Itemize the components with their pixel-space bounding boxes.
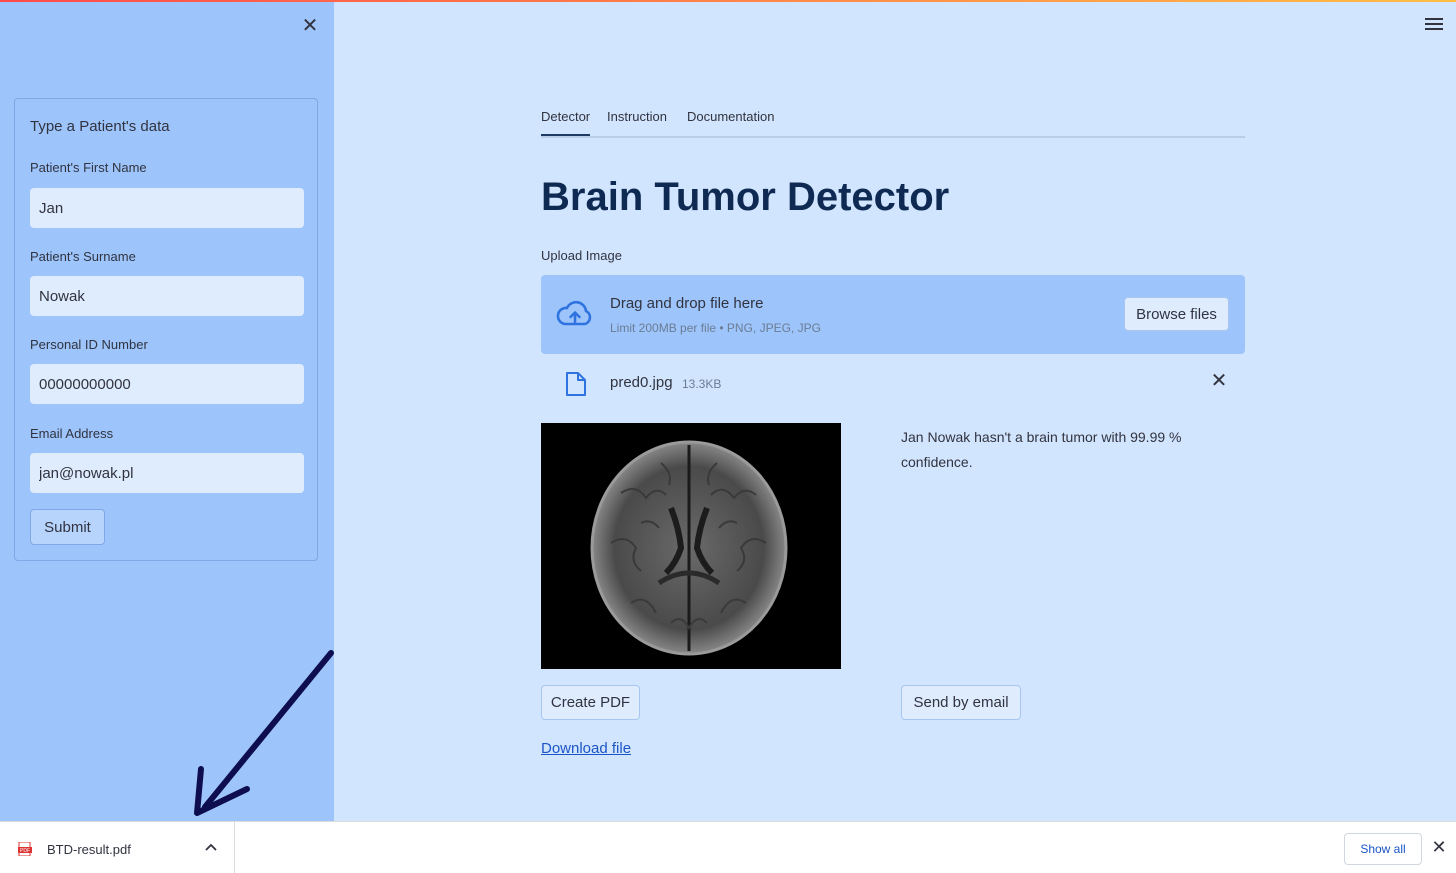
pdf-icon: PDF <box>18 842 32 856</box>
tab-bar: Detector Instruction Documentation <box>541 100 1245 138</box>
personal-id-field[interactable] <box>30 364 304 404</box>
show-all-downloads-button[interactable]: Show all <box>1344 833 1422 865</box>
surname-field[interactable] <box>30 276 304 316</box>
upload-label: Upload Image <box>541 248 622 263</box>
hamburger-menu-icon[interactable] <box>1425 18 1443 32</box>
personal-id-label: Personal ID Number <box>30 337 148 352</box>
browse-files-button[interactable]: Browse files <box>1124 297 1229 331</box>
annotation-arrow <box>194 650 334 816</box>
chevron-up-icon[interactable] <box>204 842 218 852</box>
page-title: Brain Tumor Detector <box>541 175 950 219</box>
close-icon[interactable]: ✕ <box>300 16 320 36</box>
tab-instruction[interactable]: Instruction <box>607 109 667 134</box>
cloud-upload-icon <box>556 300 592 326</box>
uploaded-file-row: pred0.jpg 13.3KB ✕ <box>541 365 1245 401</box>
surname-label: Patient's Surname <box>30 249 136 264</box>
dropzone-text: Drag and drop file here <box>610 295 764 312</box>
download-item[interactable]: PDF BTD-result.pdf <box>0 822 235 873</box>
patient-form: Type a Patient's data Patient's First Na… <box>14 98 318 561</box>
create-pdf-button[interactable]: Create PDF <box>541 685 640 720</box>
tab-detector[interactable]: Detector <box>541 109 591 136</box>
dropzone-limits: Limit 200MB per file • PNG, JPEG, JPG <box>610 321 821 335</box>
file-dropzone[interactable]: Drag and drop file here Limit 200MB per … <box>541 275 1245 354</box>
uploaded-file-size: 13.3KB <box>682 377 722 391</box>
email-label: Email Address <box>30 426 114 441</box>
download-file-link[interactable]: Download file <box>541 740 631 757</box>
svg-text:PDF: PDF <box>20 848 30 854</box>
first-name-field[interactable] <box>30 188 304 228</box>
close-download-bar-icon[interactable]: ✕ <box>1430 838 1448 856</box>
file-icon <box>566 372 586 396</box>
browser-download-bar: PDF BTD-result.pdf Show all ✕ <box>0 821 1456 873</box>
mri-scan-image <box>541 423 841 669</box>
remove-file-icon[interactable]: ✕ <box>1209 371 1229 391</box>
form-title: Type a Patient's data <box>30 118 170 135</box>
tab-documentation[interactable]: Documentation <box>687 109 774 134</box>
first-name-label: Patient's First Name <box>30 160 147 175</box>
uploaded-file-name: pred0.jpg <box>610 374 673 391</box>
download-file-name: BTD-result.pdf <box>47 842 131 857</box>
email-field[interactable] <box>30 453 304 493</box>
submit-button[interactable]: Submit <box>30 509 105 545</box>
send-by-email-button[interactable]: Send by email <box>901 685 1021 720</box>
prediction-result-text: Jan Nowak hasn't a brain tumor with 99.9… <box>901 429 1182 470</box>
top-decoration-stripe <box>0 0 1456 2</box>
